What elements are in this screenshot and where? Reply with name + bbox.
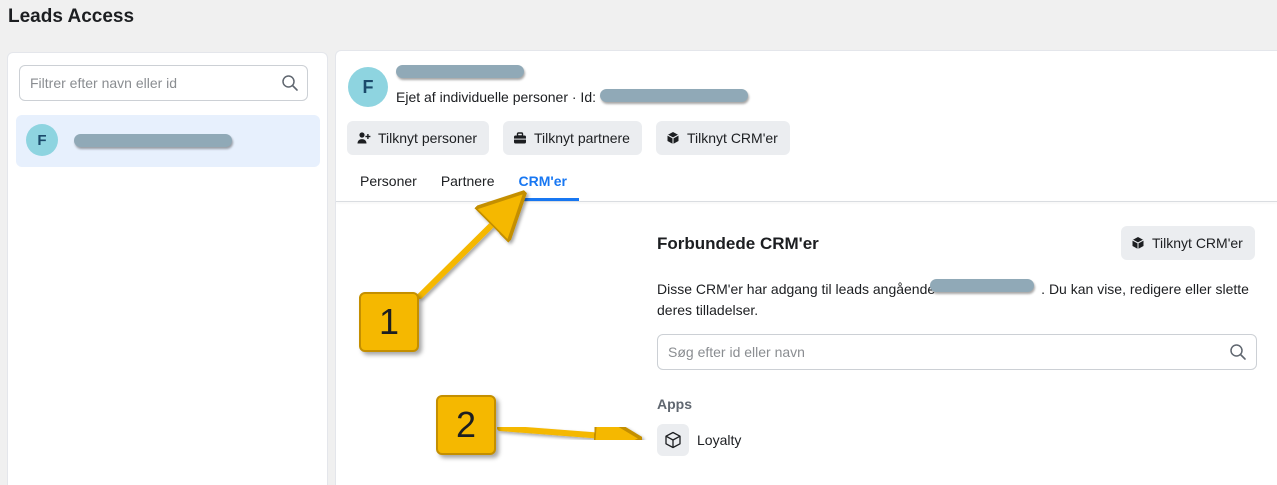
connect-partners-label: Tilknyt partnere [534,130,630,146]
briefcase-icon [514,132,526,144]
annotation-callout-1: 1 [359,292,419,352]
crm-search-field[interactable] [657,334,1257,370]
filter-field[interactable] [19,65,308,101]
app-list-item[interactable]: Loyalty [657,424,741,456]
tab-crms[interactable]: CRM'er [506,165,580,201]
filter-input[interactable] [20,66,260,100]
connect-people-label: Tilknyt personer [378,130,478,146]
cube-icon [1132,237,1144,249]
account-avatar: F [348,67,388,107]
redacted-account-name [74,134,232,147]
connect-partners-button[interactable]: Tilknyt partnere [503,121,642,155]
person-add-icon [357,132,371,144]
apps-heading: Apps [657,396,692,412]
connect-crms-secondary-label: Tilknyt CRM'er [1152,235,1243,251]
redacted-account-name [930,279,1034,292]
redacted-account-name [396,65,524,78]
avatar: F [26,124,58,156]
tab-partners[interactable]: Partnere [429,165,507,201]
account-list-panel: F [7,52,328,485]
connect-people-button[interactable]: Tilknyt personer [347,121,490,155]
connect-crms-label: Tilknyt CRM'er [687,130,778,146]
redacted-account-id [600,89,748,102]
app-name: Loyalty [697,432,742,448]
tab-bar: Personer Partnere CRM'er [348,165,580,201]
search-icon [282,75,298,91]
section-title: Forbundede CRM'er [657,234,819,253]
connect-crms-button[interactable]: Tilknyt CRM'er [656,121,790,155]
app-icon [657,424,689,456]
annotation-callout-2: 2 [436,395,496,455]
account-list-item[interactable]: F [16,115,320,167]
connect-crms-secondary-button[interactable]: Tilknyt CRM'er [1121,226,1255,260]
tab-people[interactable]: Personer [348,165,429,201]
owner-info: Ejet af individuelle personer · Id: [396,89,596,105]
description-text-start: Disse CRM'er har adgang til leads angåen… [657,281,936,297]
tab-divider [336,201,1277,202]
page-title: Leads Access [8,6,135,27]
search-icon [1230,344,1246,360]
crm-search-input[interactable] [658,335,1198,369]
cube-icon [665,431,681,449]
cube-icon [667,132,679,144]
